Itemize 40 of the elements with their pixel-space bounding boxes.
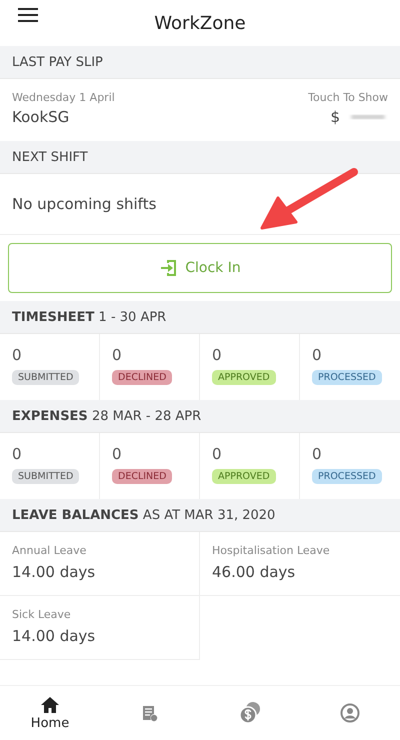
status-tag: DECLINED [112,370,172,385]
leave-balance: 46.00 days [212,563,296,581]
coins-icon [238,701,262,725]
document-clock-icon [142,704,158,722]
leave-balance: 14.00 days [12,563,96,581]
profile-icon [340,703,360,723]
status-count: 0 [212,346,222,364]
status-tag: PROCESSED [312,370,382,385]
status-count: 0 [212,445,222,463]
home-icon [40,696,60,714]
app-title: WorkZone [154,12,246,34]
status-tag: PROCESSED [312,469,382,484]
leave-type: Hospitalisation Leave [212,544,331,557]
leave-type: Sick Leave [12,608,72,621]
status-tag: APPROVED [212,469,276,484]
leave-balance: 14.00 days [12,627,96,645]
status-tag: DECLINED [112,469,172,484]
home-tab[interactable]: Home [0,686,100,740]
status-count: 0 [112,346,122,364]
status-tag: SUBMITTED [12,469,80,484]
status-count: 0 [312,445,322,463]
status-count: 0 [112,445,122,463]
status-count: 0 [12,445,22,463]
status-count: 0 [312,346,322,364]
section-heading: LAST PAY SLIP [12,54,103,70]
leave-type: Annual Leave [12,544,88,557]
section-heading: EXPENSES 28 MAR - 28 APR [12,408,202,424]
status-tag: SUBMITTED [12,370,80,385]
menu-icon[interactable] [18,7,38,23]
payslip-date: Wednesday 1 April [12,91,115,104]
currency-symbol: $ [330,108,340,126]
clock-in-button[interactable]: Clock In [8,243,392,293]
section-heading: LEAVE BALANCES AS AT MAR 31, 2020 [12,508,276,522]
status-tag: APPROVED [212,370,276,385]
company-name: KookSG [12,108,70,126]
status-count: 0 [12,346,22,364]
touch-to-show-link[interactable]: Touch To Show [308,91,388,104]
section-heading: TIMESHEET 1 - 30 APR [12,310,166,324]
no-shifts-message: No upcoming shifts [12,195,156,213]
section-heading: NEXT SHIFT [12,150,88,164]
